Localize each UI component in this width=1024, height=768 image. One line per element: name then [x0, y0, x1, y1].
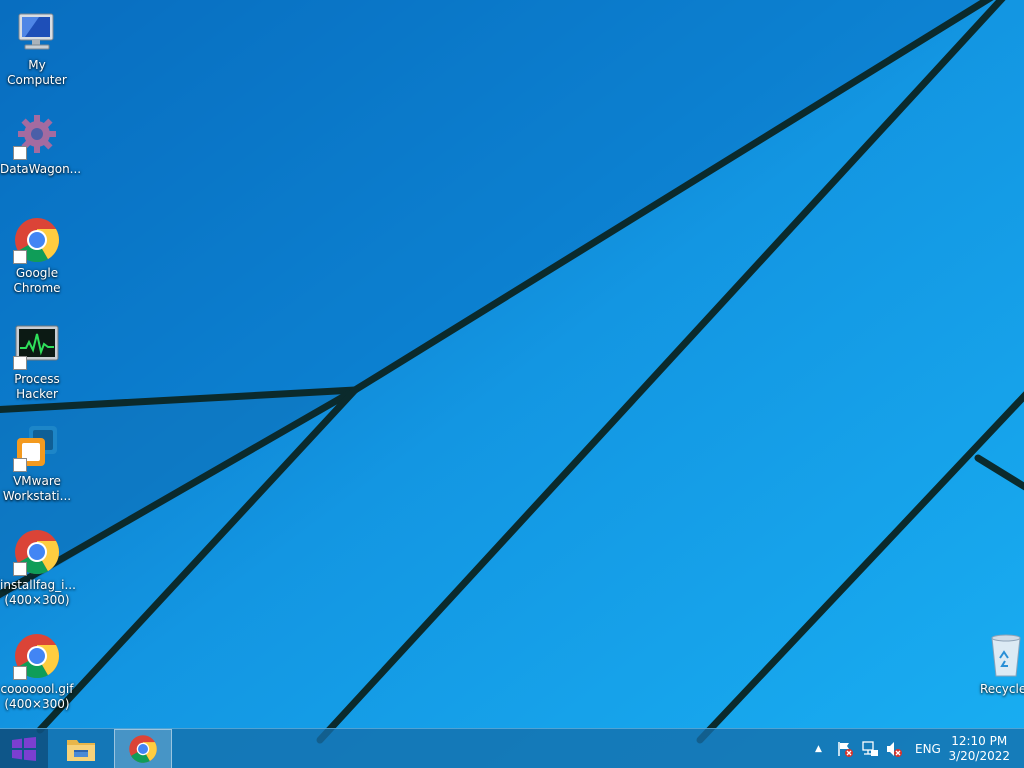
taskbar-google-chrome[interactable] [114, 729, 172, 768]
desktop-icon-my-computer[interactable]: My Computer [0, 8, 74, 88]
taskbar-file-explorer[interactable] [58, 729, 104, 768]
action-center-flag-icon[interactable] [836, 729, 854, 768]
volume-muted-icon[interactable] [885, 729, 903, 768]
vmware-icon [13, 424, 61, 472]
monitor-graph-icon [13, 322, 61, 370]
start-button[interactable] [0, 729, 48, 768]
desktop-icon-vmware[interactable]: VMware Workstati... [0, 424, 74, 504]
desktop-icon-label: cooooool.gif (400×300) [0, 682, 74, 711]
input-language-indicator[interactable]: ENG [915, 729, 941, 768]
shortcut-arrow-icon [13, 146, 27, 160]
clock-date: 3/20/2022 [948, 749, 1010, 763]
desktop-icon-cooooool-gif[interactable]: cooooool.gif (400×300) [0, 632, 74, 712]
desktop-icon-label: Google Chrome [13, 266, 61, 295]
chrome-icon [13, 632, 61, 680]
language-label: ENG [915, 742, 941, 756]
shortcut-arrow-icon [13, 562, 27, 576]
chrome-icon [129, 735, 157, 763]
windows-logo-icon [12, 737, 36, 761]
desktop-wallpaper [0, 0, 1024, 768]
desktop-icon-google-chrome[interactable]: Google Chrome [0, 216, 74, 296]
desktop-icon-label: Recycle [980, 682, 1024, 696]
taskbar: ▲ ENG 12:10 PM 3/20/2022 [0, 728, 1024, 768]
shortcut-arrow-icon [13, 666, 27, 680]
desktop-icon-installfag[interactable]: installfag_i... (400×300) [0, 528, 76, 608]
desktop-icon-label: VMware Workstati... [2, 474, 72, 503]
network-icon[interactable] [861, 729, 879, 768]
desktop-icon-process-hacker[interactable]: Process Hacker [0, 322, 74, 402]
shortcut-arrow-icon [13, 458, 27, 472]
chrome-icon [13, 528, 61, 576]
desktop-icon-datawagon[interactable]: DataWagon... [0, 112, 82, 177]
chrome-icon [13, 216, 61, 264]
desktop-icon-recycle-bin[interactable]: Recycle [980, 632, 1024, 697]
desktop-icon-label: Process Hacker [14, 372, 60, 401]
gear-icon [13, 112, 61, 160]
shortcut-arrow-icon [13, 250, 27, 264]
clock-time: 12:10 PM [951, 734, 1008, 748]
desktop-icon-label: My Computer [7, 58, 67, 87]
computer-icon [13, 8, 61, 56]
shortcut-arrow-icon [13, 356, 27, 370]
desktop-icon-label: installfag_i... (400×300) [0, 578, 76, 607]
taskbar-clock[interactable]: 12:10 PM 3/20/2022 [948, 729, 1010, 768]
chevron-up-icon: ▲ [815, 744, 822, 754]
desktop-icon-label: DataWagon... [0, 162, 82, 176]
recycle-bin-icon [986, 632, 1024, 680]
folder-icon [67, 740, 95, 761]
show-hidden-icons-button[interactable]: ▲ [815, 729, 822, 768]
